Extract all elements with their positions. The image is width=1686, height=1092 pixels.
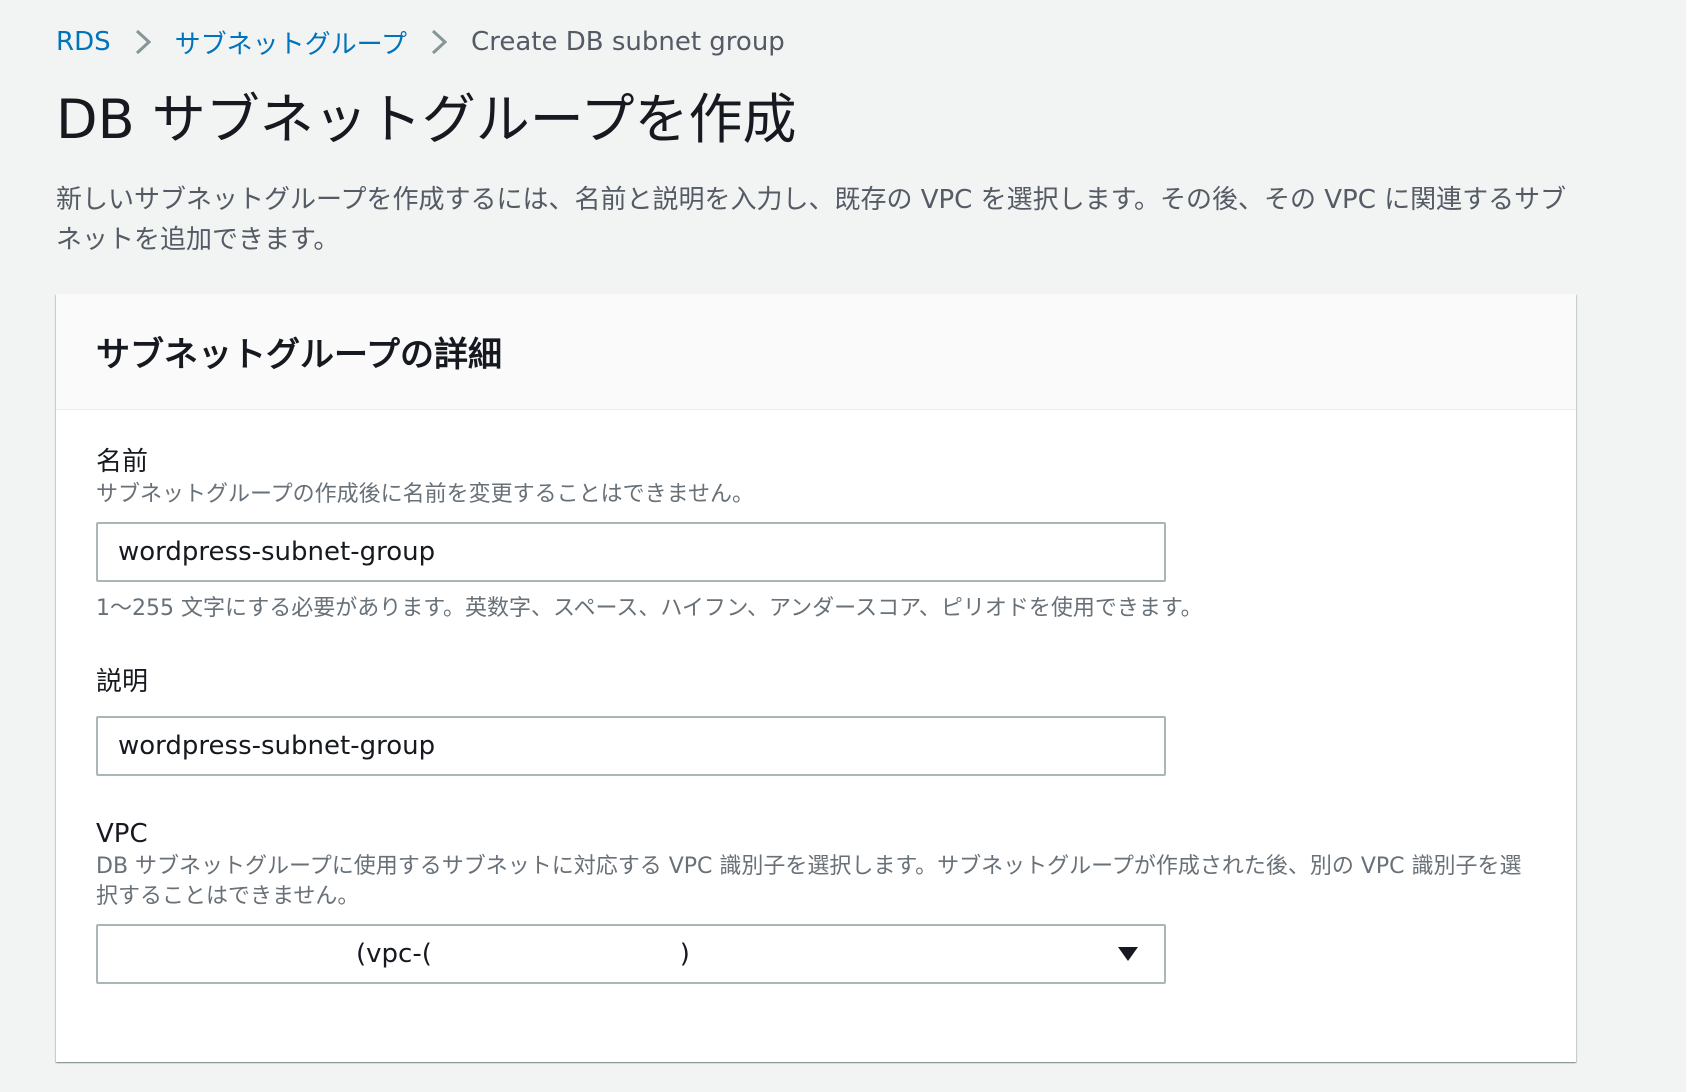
vpc-field-label: VPC: [96, 819, 148, 849]
description-field: 説明: [96, 664, 1166, 776]
name-field-description: サブネットグループの作成後に名前を変更することはできません。: [96, 482, 755, 507]
breadcrumb-subnet-groups-link[interactable]: サブネットグループ: [175, 24, 407, 61]
name-field-label: 名前: [96, 447, 149, 477]
vpc-select-value: (vpc-( ): [356, 939, 690, 969]
breadcrumb-current: Create DB subnet group: [471, 27, 785, 57]
vpc-field-description: DB サブネットグループに使用するサブネットに対応する VPC 識別子を選択しま…: [96, 854, 1522, 909]
description-input[interactable]: [96, 716, 1166, 776]
page-description: 新しいサブネットグループを作成するには、名前と説明を入力し、既存の VPC を選…: [56, 185, 1567, 255]
caret-down-icon: [1118, 947, 1138, 961]
vpc-field: VPC DB サブネットグループに使用するサブネットに対応する VPC 識別子を…: [96, 816, 1536, 984]
panel-title: サブネットグループの詳細: [96, 335, 502, 375]
page-title: DB サブネットグループを作成: [56, 88, 797, 151]
breadcrumb: RDS サブネットグループ Create DB subnet group: [56, 22, 785, 62]
name-field-constraint: 1〜255 文字にする必要があります。英数字、スペース、ハイフン、アンダースコア…: [96, 596, 1203, 621]
panel-header: サブネットグループの詳細: [56, 294, 1576, 410]
subnet-group-details-panel: サブネットグループの詳細 名前 サブネットグループの作成後に名前を変更することは…: [56, 294, 1576, 1062]
vpc-select[interactable]: (vpc-( ): [96, 924, 1166, 984]
name-input[interactable]: [96, 522, 1166, 582]
name-field: 名前 サブネットグループの作成後に名前を変更することはできません。 1〜255 …: [96, 444, 1203, 624]
chevron-right-icon: [119, 28, 167, 56]
chevron-right-icon: [415, 28, 463, 56]
breadcrumb-rds-link[interactable]: RDS: [56, 27, 111, 57]
description-field-label: 説明: [96, 667, 149, 697]
